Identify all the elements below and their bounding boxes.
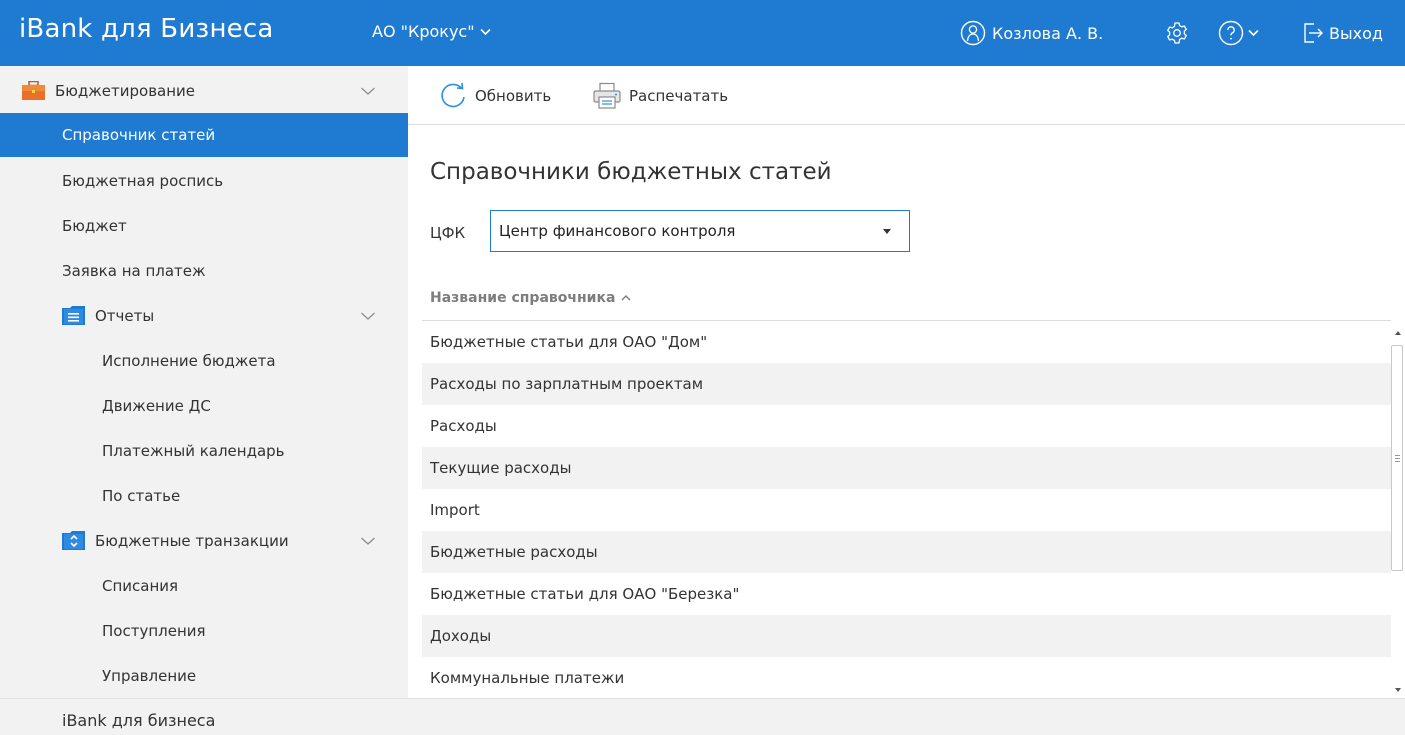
- help-icon: [1218, 20, 1244, 46]
- table-row[interactable]: Import: [422, 489, 1391, 531]
- print-button[interactable]: Распечатать: [592, 80, 728, 112]
- refresh-icon: [441, 82, 465, 108]
- chevron-down-icon: [1248, 29, 1259, 37]
- sidebar-item-label: Бюджетная роспись: [62, 171, 224, 190]
- table-row[interactable]: Расходы по зарплатным проектам: [422, 363, 1391, 405]
- sidebar-item-label: Управление: [102, 666, 197, 685]
- sidebar: Бюджетирование Справочник статей Бюджетн…: [0, 66, 408, 698]
- table-row[interactable]: Доходы: [422, 615, 1391, 657]
- refresh-label: Обновить: [475, 87, 552, 105]
- sidebar-item-cash-flow[interactable]: Движение ДС: [0, 383, 408, 428]
- footer-label: iBank для бизнеса: [62, 711, 216, 730]
- sidebar-item-label: Поступления: [102, 621, 206, 640]
- sidebar-item-label: Справочник статей: [62, 126, 216, 144]
- scroll-up-arrow-icon[interactable]: [1395, 331, 1401, 335]
- table-row[interactable]: Бюджетные статьи для ОАО "Дом": [422, 321, 1391, 363]
- sidebar-item-label: Исполнение бюджета: [102, 351, 276, 370]
- grip-line: [1395, 461, 1400, 462]
- organization-selector[interactable]: АО "Крокус": [372, 22, 491, 41]
- sidebar-item-payment-request[interactable]: Заявка на платеж: [0, 248, 408, 293]
- sidebar-item-budget-schedule[interactable]: Бюджетная роспись: [0, 158, 408, 203]
- sidebar-group-transactions[interactable]: Бюджетные транзакции: [0, 518, 408, 563]
- sidebar-group-reports[interactable]: Отчеты: [0, 293, 408, 338]
- dropdown-caret-icon: [883, 229, 891, 234]
- gear-icon[interactable]: [1162, 18, 1192, 48]
- print-label: Распечатать: [629, 87, 729, 105]
- sidebar-item-budget-execution[interactable]: Исполнение бюджета: [0, 338, 408, 383]
- chevron-down-icon[interactable]: [360, 308, 376, 324]
- chevron-down-icon[interactable]: [360, 533, 376, 549]
- logout-button[interactable]: Выход: [1302, 18, 1383, 48]
- logout-icon: [1302, 21, 1324, 45]
- sidebar-group-label: Бюджетирование: [55, 81, 196, 100]
- table-row[interactable]: Текущие расходы: [422, 447, 1391, 489]
- brand-title[interactable]: iBank для Бизнеса: [19, 14, 273, 44]
- cfk-label: ЦФК: [430, 224, 466, 242]
- column-header-name[interactable]: Название справочника: [430, 290, 631, 306]
- logout-label: Выход: [1329, 23, 1383, 43]
- sidebar-item-label: Платежный календарь: [102, 441, 285, 460]
- table-row[interactable]: Коммунальные платежи: [422, 657, 1391, 698]
- sidebar-item-articles[interactable]: Справочник статей: [0, 113, 408, 157]
- sidebar-item-label: Движение ДС: [102, 396, 211, 415]
- chevron-down-icon[interactable]: [360, 83, 376, 99]
- grip-line: [1395, 458, 1400, 459]
- briefcase-icon: [22, 81, 45, 100]
- organization-name: АО "Крокус": [372, 22, 475, 41]
- table-row[interactable]: Расходы: [422, 405, 1391, 447]
- grip-line: [1395, 455, 1400, 456]
- table-row[interactable]: Бюджетные статьи для ОАО "Березка": [422, 573, 1391, 615]
- sidebar-item-label: Бюджет: [62, 216, 127, 235]
- main-content: Обновить Распечатать Справочники бюджетн…: [408, 66, 1405, 698]
- sidebar-item-management[interactable]: Управление: [0, 653, 408, 698]
- reports-folder-icon: [62, 306, 85, 325]
- column-header-label: Название справочника: [430, 290, 616, 306]
- sidebar-item-by-article[interactable]: По статье: [0, 473, 408, 518]
- directory-table: Бюджетные статьи для ОАО "Дом" Расходы п…: [422, 321, 1391, 698]
- sidebar-item-label: Списания: [102, 576, 179, 595]
- top-header: iBank для Бизнеса АО "Крокус" Козлова А.…: [0, 0, 1405, 66]
- vertical-scrollbar[interactable]: [1391, 321, 1405, 698]
- cfk-select[interactable]: Центр финансового контроля: [490, 210, 910, 252]
- user-menu[interactable]: Козлова А. В.: [960, 18, 1103, 48]
- chevron-down-icon: [480, 28, 491, 36]
- page-title: Справочники бюджетных статей: [430, 159, 832, 185]
- cfk-select-value: Центр финансового контроля: [499, 222, 736, 240]
- user-name: Козлова А. В.: [992, 23, 1104, 43]
- user-icon: [960, 20, 986, 46]
- footer: iBank для бизнеса: [0, 698, 1405, 735]
- sidebar-group-budgeting[interactable]: Бюджетирование: [0, 68, 408, 113]
- sidebar-item-budget[interactable]: Бюджет: [0, 203, 408, 248]
- toolbar: Обновить Распечатать: [408, 66, 1405, 125]
- refresh-button[interactable]: Обновить: [438, 80, 551, 112]
- scrollbar-thumb[interactable]: [1391, 345, 1403, 571]
- printer-icon: [593, 82, 621, 109]
- transactions-folder-icon: [62, 531, 85, 550]
- sidebar-item-writeoffs[interactable]: Списания: [0, 563, 408, 608]
- sidebar-group-label: Бюджетные транзакции: [95, 531, 289, 550]
- sidebar-item-payment-calendar[interactable]: Платежный календарь: [0, 428, 408, 473]
- sidebar-item-label: По статье: [102, 486, 181, 505]
- sidebar-item-receipts[interactable]: Поступления: [0, 608, 408, 653]
- sidebar-group-label: Отчеты: [95, 306, 155, 325]
- table-row[interactable]: Бюджетные расходы: [422, 531, 1391, 573]
- sidebar-item-label: Заявка на платеж: [62, 261, 206, 280]
- scroll-down-arrow-icon[interactable]: [1395, 688, 1401, 692]
- help-menu[interactable]: [1218, 18, 1259, 48]
- sort-ascending-icon: [621, 295, 631, 301]
